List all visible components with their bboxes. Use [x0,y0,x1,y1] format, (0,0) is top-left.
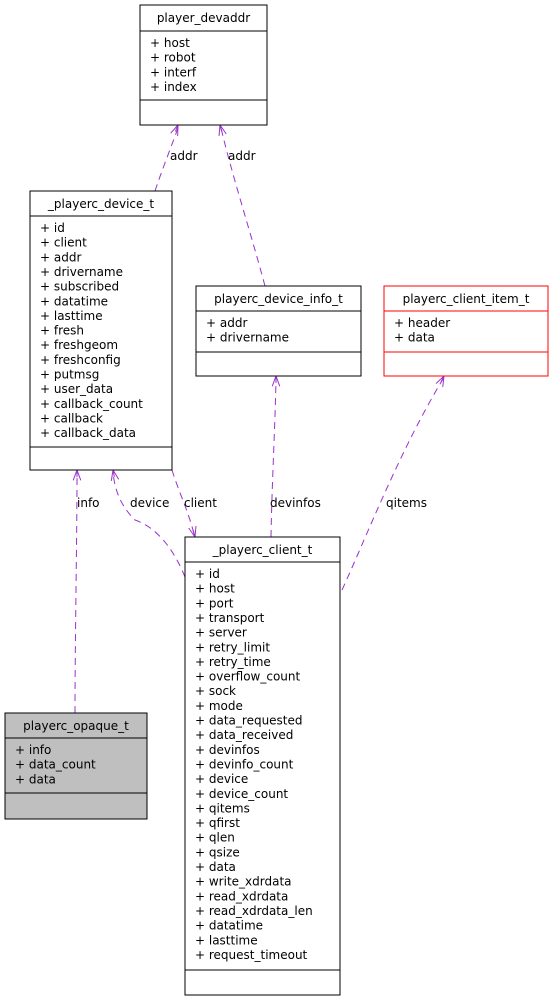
class-title: playerc_opaque_t [23,719,129,733]
class-field: + addr [206,316,247,330]
class-title: playerc_client_item_t [403,292,530,306]
edge-addr-playerc-device-info-t-to-player-devaddr: addr [218,123,266,287]
class-field: + datatime [40,294,108,308]
class-field: + id [40,221,65,235]
class-field: + read_xdrdata_len [195,904,313,918]
edge-client-playerc-device-t-to-playerc-client-t: client [171,469,217,539]
class-title: playerc_device_info_t [214,292,343,306]
class-field: + info [15,743,51,757]
edge-info-playerc-opaque-t-to-playerc-device-t: info [72,468,100,714]
edge-line [112,472,186,578]
edge-addr-playerc-device-t-to-player-devaddr: addr [154,123,198,192]
class-field: + mode [195,699,243,713]
class-field: + data_count [15,758,96,772]
class-title: _playerc_client_t [212,543,313,557]
class-field: + interf [150,65,197,79]
class-field: + drivername [206,331,289,345]
class-field: + data [394,331,435,345]
class-field: + transport [195,611,265,625]
class-field: + retry_time [195,655,271,669]
class-node-player-devaddr[interactable]: player_devaddr + host+ robot+ interf+ ind… [139,4,268,126]
class-field: + device [195,772,248,786]
class-field: + robot [150,51,196,65]
class-field: + device_count [195,787,288,801]
class-field: + sock [195,684,236,698]
edge-label: devinfos [270,496,321,510]
class-field: + id [195,567,220,581]
edge-line [341,378,444,591]
class-node-playerc-device-t[interactable]: _playerc_device_t + id+ client+ addr+ dri… [29,190,173,471]
class-title: _playerc_device_t [47,197,154,211]
edge-label: qitems [386,496,427,510]
class-field: + drivername [40,265,123,279]
edge-device-playerc-client-t-to-playerc-device-t: device [110,468,186,578]
class-field: + callback_count [40,397,143,411]
class-field: + subscribed [40,280,119,294]
class-field: + user_data [40,382,113,396]
class-title: player_devaddr [157,11,250,25]
class-field: + index [150,80,197,94]
class-field: + lasttime [40,309,103,323]
class-field: + qitems [195,801,250,815]
edge-label: addr [170,149,198,163]
class-field: + callback_data [40,426,136,440]
edge-label: addr [228,149,256,163]
edge-devinfos-playerc-client-t-to-playerc-device-info-t: devinfos [270,374,321,538]
class-field: + host [195,582,235,596]
class-field: + freshgeom [40,338,118,352]
edge-label: device [130,496,169,510]
class-field: + retry_limit [195,640,270,654]
class-node-playerc-client-item-t[interactable]: playerc_client_item_t + header+ data [383,285,549,377]
class-field: + freshconfig [40,353,121,367]
class-field: + overflow_count [195,670,300,684]
class-field: + port [195,596,234,610]
class-field: + devinfos [195,743,260,757]
arrowhead-icon [110,468,120,481]
class-node-playerc-device-info-t[interactable]: playerc_device_info_t + addr+ drivername [195,285,362,377]
class-field: + data [15,772,56,786]
edge-qitems-playerc-client-t-to-playerc-client-item-t: qitems [341,374,445,591]
arrowhead-icon [271,374,281,387]
collaboration-diagram: addr addr info device client devinfos qitems p… [4,4,549,996]
class-field: + putmsg [40,368,99,382]
class-field: + server [195,626,247,640]
edge-line [270,378,277,538]
class-field: + qsize [195,845,240,859]
class-field: + host [150,36,190,50]
edge-label: client [184,496,217,510]
class-field: + client [40,236,87,250]
arrowhead-icon [435,374,445,387]
class-field: + request_timeout [195,948,308,962]
class-field: + fresh [40,324,84,338]
class-field: + read_xdrdata [195,889,288,903]
class-field: + lasttime [195,933,258,947]
class-field: + data [195,860,236,874]
class-field: + datatime [195,919,263,933]
class-field: + write_xdrdata [195,875,292,889]
class-field: + qfirst [195,816,240,830]
class-field: + qlen [195,831,235,845]
class-field: + callback [40,411,103,425]
edge-label: info [77,496,100,510]
class-field: + header [394,316,450,330]
class-node-playerc-client-t[interactable]: _playerc_client_t + id+ host+ port+ trans… [184,536,341,996]
class-field: + data_requested [195,714,303,728]
class-field: + addr [40,250,81,264]
class-node-playerc-opaque-t[interactable]: playerc_opaque_t + info+ data_count+ data [4,712,148,820]
class-field: + devinfo_count [195,757,294,771]
class-field: + data_received [195,728,293,742]
